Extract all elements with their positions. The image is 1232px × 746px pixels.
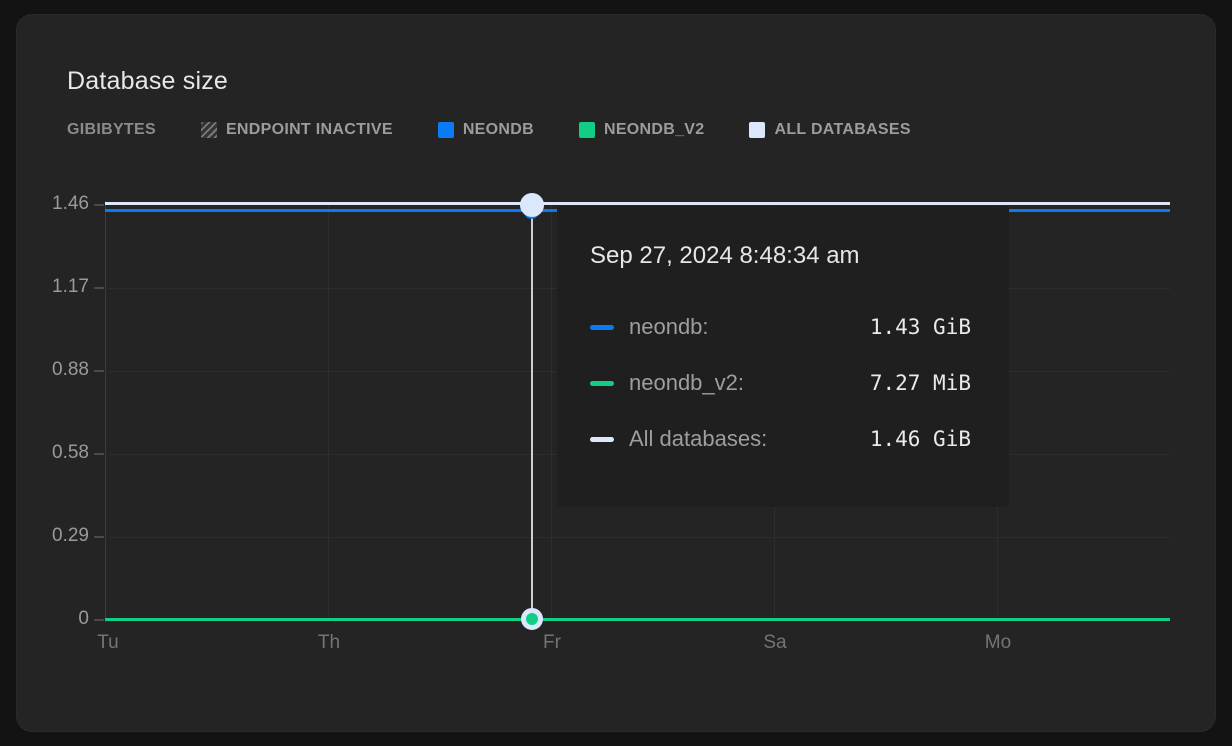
y-tick-mark: [94, 453, 104, 455]
vertical-gridline: [551, 205, 552, 620]
legend-item-neondb[interactable]: NEONDB: [438, 121, 534, 139]
y-tick-label: 0: [17, 608, 89, 630]
legend-item-all-databases[interactable]: ALL DATABASES: [749, 121, 910, 139]
neondb-v2-point-marker: [521, 608, 543, 630]
all-databases-point-marker: [520, 193, 544, 217]
database-size-card: Database size GIBIBYTES ENDPOINT INACTIV…: [16, 14, 1216, 732]
tooltip-row-neondb: neondb: 1.43 GiB: [590, 312, 971, 342]
y-unit-label: GIBIBYTES: [67, 121, 156, 139]
tooltip-rows: neondb: 1.43 GiB neondb_v2: 7.27 MiB All…: [590, 312, 971, 454]
y-tick-label: 0.29: [17, 525, 89, 547]
page-title: Database size: [67, 67, 228, 96]
x-tick-label: Th: [318, 632, 340, 654]
pale-dash-icon: [590, 437, 614, 442]
green-dash-icon: [590, 381, 614, 386]
chart-legend: GIBIBYTES ENDPOINT INACTIVE NEONDB NEOND…: [67, 119, 911, 141]
x-tick-label: Mo: [985, 632, 1011, 654]
pale-swatch-icon: [749, 122, 765, 138]
y-axis-line: [105, 201, 106, 622]
blue-swatch-icon: [438, 122, 454, 138]
diagonal-stripes-icon: [201, 122, 217, 138]
y-tick-label: 1.46: [17, 193, 89, 215]
x-tick-label: Tu: [97, 632, 118, 654]
x-tick-label: Sa: [763, 632, 786, 654]
y-tick-mark: [94, 619, 104, 621]
legend-item-neondb-v2[interactable]: NEONDB_V2: [579, 121, 705, 139]
legend-item-endpoint-inactive[interactable]: ENDPOINT INACTIVE: [201, 121, 393, 139]
all-databases-line[interactable]: [105, 202, 1170, 205]
y-tick-label: 0.88: [17, 359, 89, 381]
horizontal-gridline: [105, 537, 1170, 538]
y-tick-mark: [94, 287, 104, 289]
y-tick-mark: [94, 536, 104, 538]
y-tick-label: 0.58: [17, 442, 89, 464]
tooltip-row-neondb-v2: neondb_v2: 7.27 MiB: [590, 368, 971, 398]
vertical-gridline: [328, 205, 329, 620]
hover-cursor-line: [531, 204, 533, 620]
y-tick-label: 1.17: [17, 276, 89, 298]
tooltip-timestamp: Sep 27, 2024 8:48:34 am: [590, 240, 971, 272]
blue-dash-icon: [590, 325, 614, 330]
x-tick-label: Fr: [543, 632, 561, 654]
tooltip-row-all-databases: All databases: 1.46 GiB: [590, 424, 971, 454]
green-swatch-icon: [579, 122, 595, 138]
y-tick-mark: [94, 204, 104, 206]
neondb-v2-line[interactable]: [105, 618, 1170, 621]
y-tick-mark: [94, 370, 104, 372]
chart-tooltip: Sep 27, 2024 8:48:34 am neondb: 1.43 GiB…: [557, 206, 1009, 507]
